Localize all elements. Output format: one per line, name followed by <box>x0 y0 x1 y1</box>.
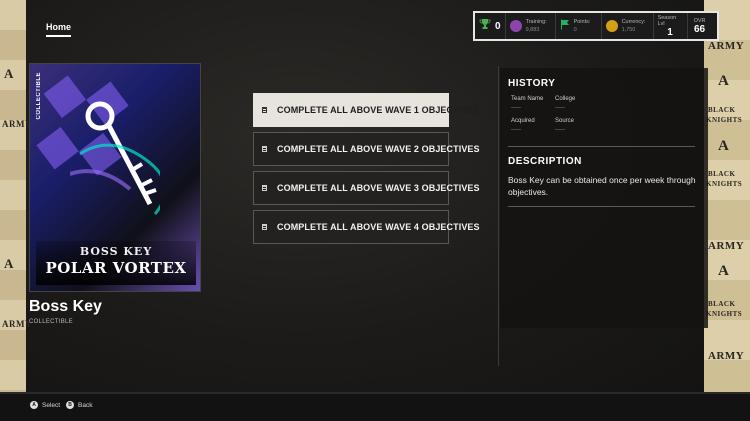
wall-text: KNIGHTS <box>706 310 743 318</box>
back-hint[interactable]: B Back <box>66 401 92 409</box>
wall-text: ARMY <box>708 350 745 362</box>
wall-text: ARMY <box>2 319 32 329</box>
objective-label: COMPLETE ALL ABOVE WAVE 4 OBJECTIVES <box>277 222 480 232</box>
left-wall-decoration: A ARMY A ARMY <box>0 0 32 392</box>
season-level-stat: Season Lvl 1 <box>654 13 688 39</box>
history-title: HISTORY <box>508 78 556 89</box>
objective-button-wave-2[interactable]: COMPLETE ALL ABOVE WAVE 2 OBJECTIVES <box>253 132 480 166</box>
section-divider <box>508 206 695 207</box>
source-value: ----- <box>555 127 565 133</box>
select-hint[interactable]: A Select <box>30 401 60 409</box>
team-name-value: ----- <box>511 105 521 111</box>
item-info-panel: HISTORY Team Name ----- College ----- Ac… <box>500 68 708 328</box>
objective-label: COMPLETE ALL ABOVE WAVE 2 OBJECTIVES <box>277 144 480 154</box>
season-level-label: Season Lvl <box>657 14 677 27</box>
coin-icon <box>605 20 618 32</box>
objective-list-icon <box>262 185 267 191</box>
objective-list-icon <box>262 224 267 230</box>
points-value: 0 <box>573 27 577 33</box>
wall-text: A <box>718 138 730 154</box>
objective-label: COMPLETE ALL ABOVE WAVE 3 OBJECTIVES <box>277 183 480 193</box>
card-title-big: POLAR VORTEX <box>45 259 187 277</box>
college-label: College <box>555 96 576 102</box>
trophy-stat: 0 <box>475 13 506 39</box>
footer-bar <box>0 392 750 421</box>
objective-button-wave-4[interactable]: COMPLETE ALL ABOVE WAVE 4 OBJECTIVES <box>253 210 480 244</box>
training-icon <box>509 20 522 32</box>
description-text: Boss Key can be obtained once per week t… <box>508 175 696 197</box>
select-label: Select <box>42 401 61 409</box>
back-label: Back <box>78 401 93 409</box>
points-label: Points: <box>573 19 591 25</box>
flag-icon <box>560 17 570 35</box>
b-button-icon: B <box>66 401 74 409</box>
card-nameplate: BOSS KEY POLAR VORTEX <box>36 241 196 285</box>
wall-text: ARMY <box>708 40 745 52</box>
currency-value: 1,750 <box>621 27 636 33</box>
panel-divider <box>498 66 499 366</box>
team-name-label: Team Name <box>511 96 544 102</box>
training-stat: Training: 9,883 <box>506 13 556 39</box>
source-label: Source <box>555 118 575 124</box>
objective-label: COMPLETE ALL ABOVE WAVE 1 OBJECTIVES <box>277 105 480 115</box>
stats-bar: 0 Training: 9,883 Points: 0 Currency: 1,… <box>473 11 719 41</box>
wall-text: KNIGHTS <box>706 180 743 188</box>
key-icon <box>70 101 160 215</box>
item-name: Boss Key <box>29 298 102 315</box>
training-value: 9,883 <box>525 27 540 33</box>
objective-list-icon <box>262 107 267 113</box>
acquired-label: Acquired <box>511 118 535 124</box>
right-wall-decoration: ARMY A BLACK KNIGHTS A BLACK KNIGHTS ARM… <box>704 0 750 392</box>
wall-text: A <box>718 263 730 279</box>
objective-button-wave-1[interactable]: COMPLETE ALL ABOVE WAVE 1 OBJECTIVES <box>253 93 480 127</box>
wall-text: A <box>718 73 730 89</box>
trophy-icon <box>479 17 491 35</box>
college-value: ----- <box>555 105 565 111</box>
currency-stat: Currency: 1,750 <box>602 13 654 39</box>
card-title-small: BOSS KEY <box>79 245 153 258</box>
objective-button-wave-3[interactable]: COMPLETE ALL ABOVE WAVE 3 OBJECTIVES <box>253 171 480 205</box>
tab-home[interactable]: Home <box>46 22 72 37</box>
wall-text: ARMY <box>2 119 32 129</box>
wall-text: A <box>4 256 14 271</box>
wall-text: A <box>4 66 14 81</box>
a-button-icon: A <box>30 401 38 409</box>
training-label: Training: <box>525 19 547 25</box>
section-divider <box>508 146 695 147</box>
trophy-count: 0 <box>495 20 501 32</box>
wall-text: ARMY <box>708 240 745 252</box>
item-type: COLLECTIBLE <box>29 319 73 325</box>
description-title: DESCRIPTION <box>508 156 582 167</box>
objective-list-icon <box>262 146 267 152</box>
ovr-stat: OVR 66 <box>688 13 712 39</box>
wall-text: KNIGHTS <box>706 116 743 124</box>
acquired-value: ----- <box>511 127 521 133</box>
points-stat: Points: 0 <box>556 13 602 39</box>
season-level-value: 1 <box>667 26 673 38</box>
currency-label: Currency: <box>621 19 646 25</box>
card-tag: COLLECTIBLE <box>36 72 42 120</box>
collectible-card: ◆◆ ◆◆ COLLECTIBLE BOSS KEY POLAR VORTEX <box>29 63 201 292</box>
ovr-value: 66 <box>694 23 706 35</box>
